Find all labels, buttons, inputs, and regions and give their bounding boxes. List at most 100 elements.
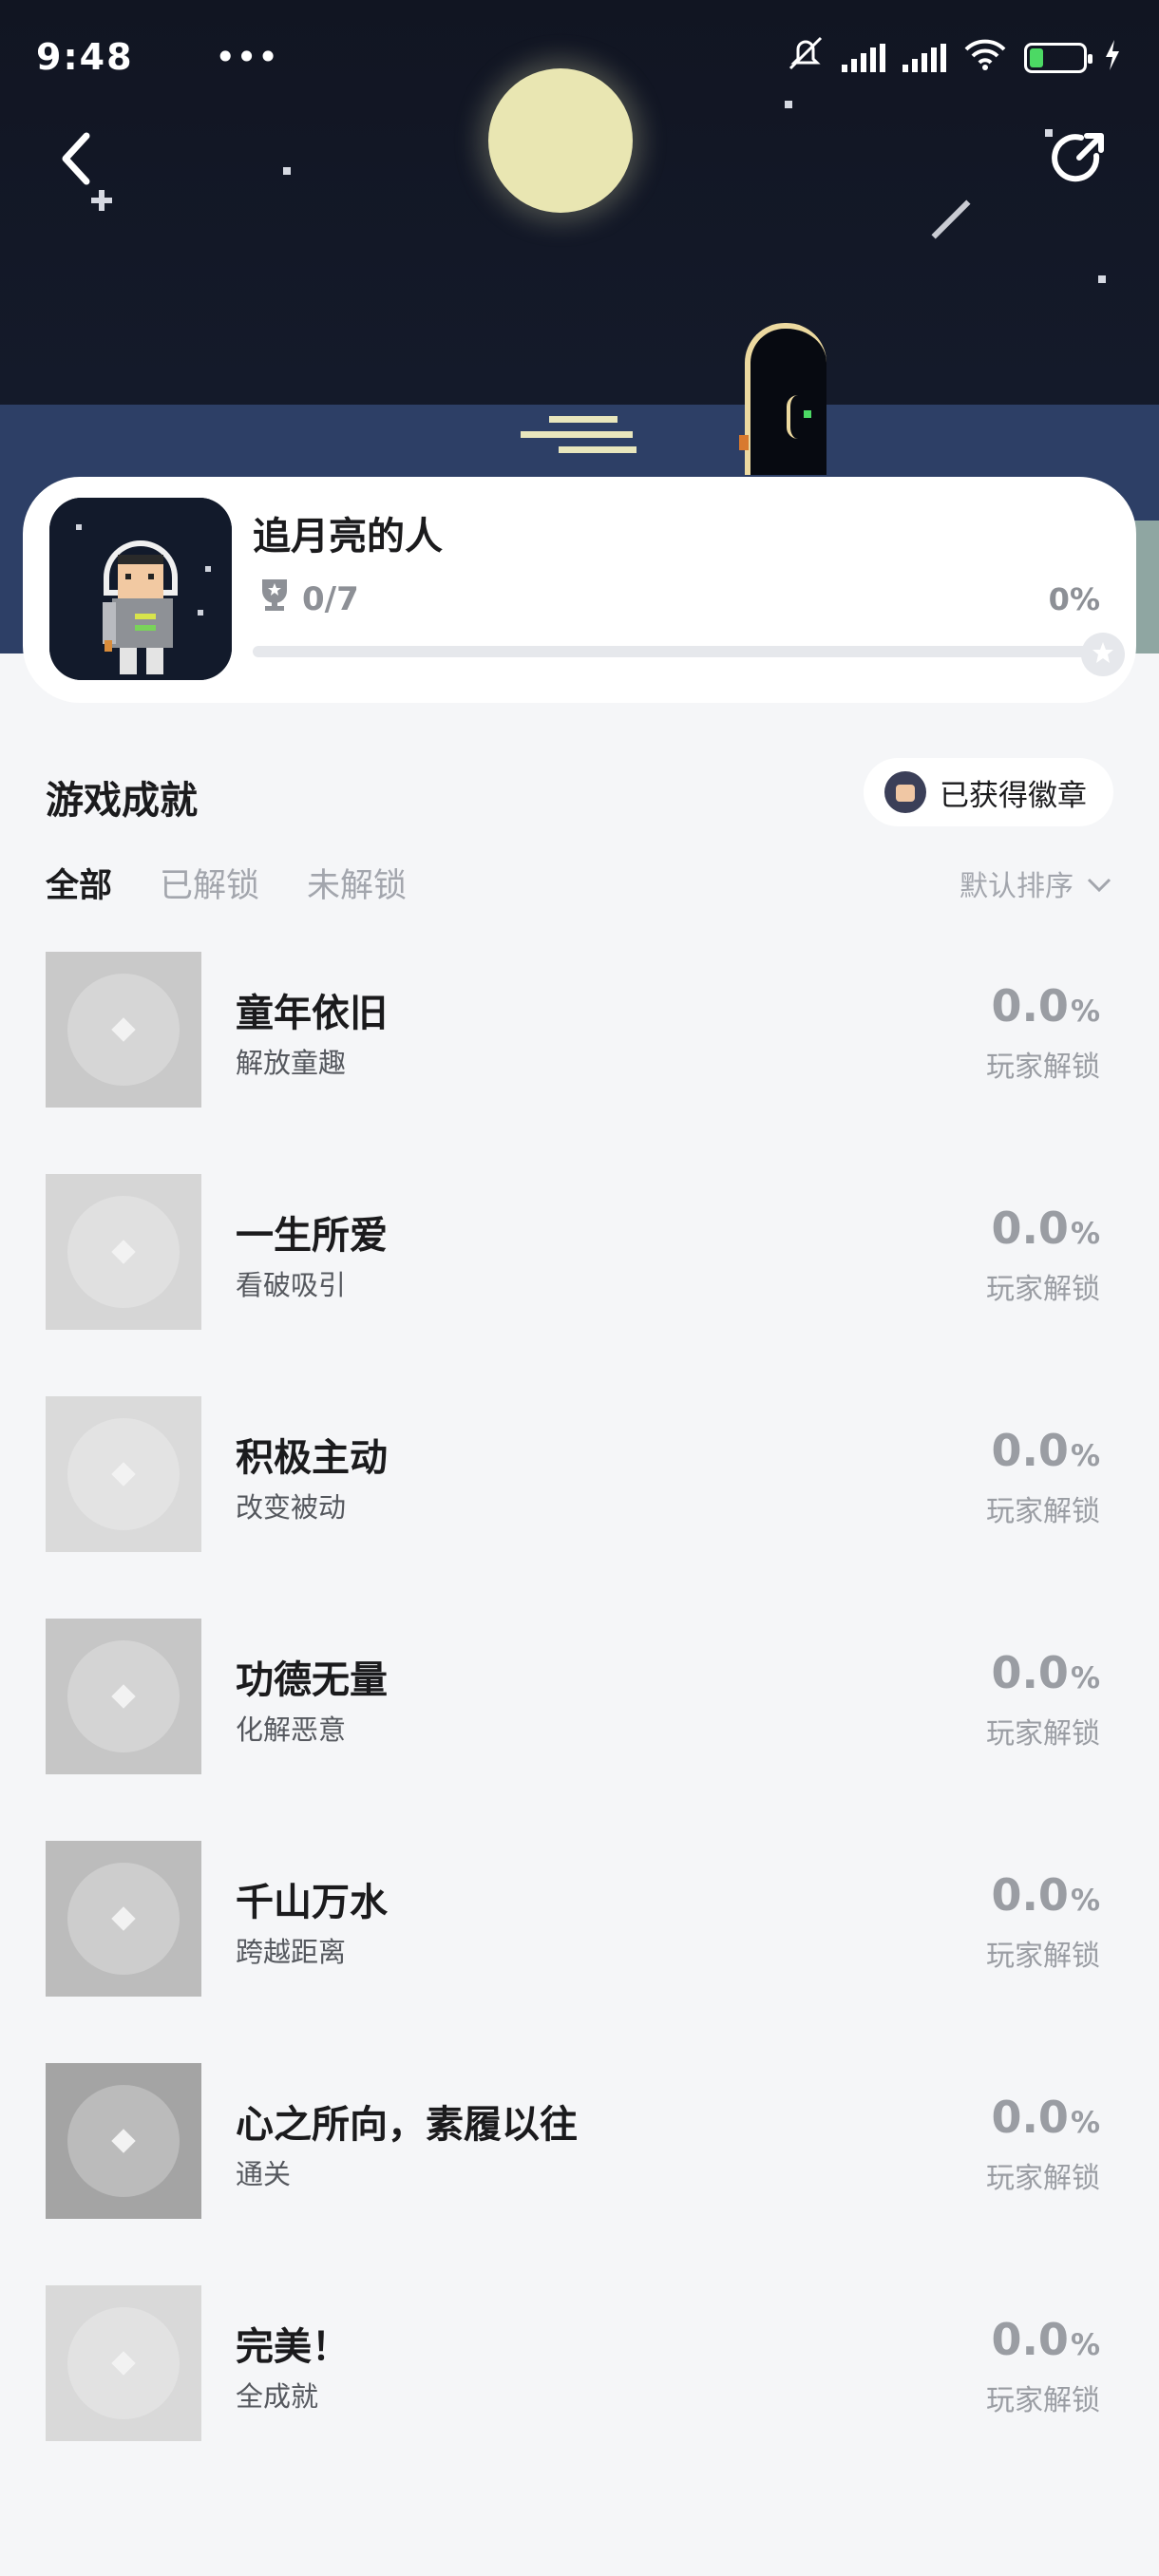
moon-badge-icon: [67, 1418, 180, 1530]
moon-reflection: [521, 431, 633, 438]
back-button[interactable]: [48, 127, 104, 194]
sparkle-icon: [111, 2129, 136, 2153]
wifi-icon: [963, 37, 1007, 79]
game-card: 追月亮的人 0/7 0%: [23, 477, 1136, 703]
achievement-title: 心之所向，素履以往: [236, 2103, 578, 2147]
unlock-rate: 0.0%: [991, 2314, 1100, 2365]
achievement-title: 千山万水: [236, 1881, 388, 1924]
unlock-rate-value: 0.0: [991, 2092, 1069, 2143]
achievement-title: 完美！: [236, 2325, 350, 2369]
unlock-rate: 0.0%: [991, 1425, 1100, 1476]
sparkle-icon: [111, 2351, 136, 2376]
sort-dropdown[interactable]: 默认排序: [960, 862, 1112, 904]
moon-badge-icon: [67, 2085, 180, 2197]
unlock-rate-unit: %: [1070, 2328, 1100, 2362]
unlock-rate-value: 0.0: [991, 980, 1069, 1032]
signal-icon: [902, 43, 946, 72]
battery-level: [1030, 47, 1043, 67]
moon-badge-icon: [67, 1863, 180, 1975]
status-bar: 9:48 •••: [0, 0, 1159, 112]
unlock-rate-unit: %: [1070, 994, 1100, 1029]
character-silhouette: [739, 323, 826, 475]
sparkle-icon: [111, 1684, 136, 1709]
list-item[interactable]: 心之所向，素履以往 通关 0.0% 玩家解锁: [0, 2063, 1159, 2285]
unlock-rate-value: 0.0: [991, 2314, 1069, 2365]
unlock-rate-caption: 玩家解锁: [986, 2162, 1100, 2195]
unlock-rate-unit: %: [1070, 1884, 1100, 1918]
tab-0[interactable]: 全部: [46, 859, 112, 907]
unlock-rate-caption: 玩家解锁: [986, 1717, 1100, 1751]
mute-bell-icon: [787, 36, 825, 79]
avatar: [884, 771, 926, 813]
achievement-description: 解放童趣: [236, 1047, 347, 1079]
charging-icon: [1104, 37, 1121, 79]
shooting-star: [931, 199, 971, 239]
tab-1[interactable]: 已解锁: [160, 859, 259, 907]
unlock-rate: 0.0%: [991, 1869, 1100, 1921]
tab-2[interactable]: 未解锁: [307, 859, 407, 907]
unlock-rate-value: 0.0: [991, 1869, 1069, 1921]
character-eye: [804, 410, 811, 418]
achievement-description: 全成就: [236, 2380, 319, 2413]
character-ear: [787, 395, 800, 439]
trophy-icon: [260, 578, 289, 620]
share-icon: [1047, 127, 1110, 194]
moon-badge-icon: [67, 1640, 180, 1752]
list-item[interactable]: 完美！ 全成就 0.0% 玩家解锁: [0, 2285, 1159, 2508]
progress-percent: 0%: [1048, 581, 1100, 617]
achievement-list: 童年依旧 解放童趣 0.0% 玩家解锁 一生所爱 看破吸引 0.0% 玩家解锁 积极主动 改变被动…: [0, 952, 1159, 2508]
moon-reflection: [549, 416, 618, 423]
moon-badge-icon: [67, 974, 180, 1086]
signal-icon: [842, 43, 885, 72]
moon-badge-icon: [67, 2307, 180, 2419]
game-icon[interactable]: [49, 498, 232, 680]
unlock-rate-value: 0.0: [991, 1203, 1069, 1254]
list-item[interactable]: 功德无量 化解恶意 0.0% 玩家解锁: [0, 1619, 1159, 1841]
star-decor: [1098, 275, 1106, 283]
list-item[interactable]: 积极主动 改变被动 0.0% 玩家解锁: [0, 1396, 1159, 1619]
unlock-rate-caption: 玩家解锁: [986, 1940, 1100, 1973]
achievement-icon: [46, 2063, 201, 2219]
achievement-description: 看破吸引: [236, 1269, 347, 1301]
unlock-rate-caption: 玩家解锁: [986, 1495, 1100, 1528]
unlock-rate: 0.0%: [991, 980, 1100, 1032]
share-button[interactable]: [1045, 127, 1112, 194]
earned-badges-label: 已获得徽章: [940, 778, 1087, 813]
achievement-page: 9:48 ••• 追月亮的人 0/7 0% 游戏成就 已获得徽章 全部 已解锁 …: [0, 0, 1159, 2576]
sparkle-icon: [111, 1462, 136, 1487]
sparkle-icon: [111, 1017, 136, 1042]
achievement-icon: [46, 952, 201, 1108]
achievement-title: 一生所爱: [236, 1214, 388, 1258]
list-item[interactable]: 千山万水跨越距离 0.0% 玩家解锁: [0, 1841, 1159, 2063]
sparkle-icon: [111, 1240, 136, 1264]
unlock-rate: 0.0%: [991, 1203, 1100, 1254]
achievement-description: 改变被动: [236, 1491, 347, 1524]
achievement-description: 化解恶意: [236, 1714, 347, 1746]
achievement-icon: [46, 1619, 201, 1774]
status-icons: [787, 36, 1121, 79]
sort-label: 默认排序: [960, 870, 1074, 903]
moon-reflection: [559, 446, 636, 453]
list-item[interactable]: 一生所爱看破吸引 0.0% 玩家解锁: [0, 1174, 1159, 1396]
unlock-rate-caption: 玩家解锁: [986, 1051, 1100, 1084]
progress-end-marker: [1081, 633, 1125, 676]
chevron-left-icon: [60, 132, 92, 189]
achievement-description: 跨越距离: [236, 1936, 347, 1968]
chevron-down-icon: [1087, 867, 1112, 900]
achievement-title: 功德无量: [236, 1658, 388, 1702]
status-time: 9:48: [36, 36, 134, 78]
progress-count: 0/7: [302, 579, 359, 618]
unlock-rate-caption: 玩家解锁: [986, 2384, 1100, 2417]
list-item[interactable]: 童年依旧 解放童趣 0.0% 玩家解锁: [0, 952, 1159, 1174]
star-decor: [283, 167, 291, 175]
section-title: 游戏成就: [46, 779, 198, 823]
achievement-icon: [46, 2285, 201, 2441]
filter-tabs: 全部 已解锁 未解锁: [46, 859, 407, 907]
unlock-rate-caption: 玩家解锁: [986, 1273, 1100, 1306]
moon-badge-icon: [67, 1196, 180, 1308]
trophy-badge-icon: [1091, 640, 1115, 669]
unlock-rate-unit: %: [1070, 1217, 1100, 1251]
progress-bar: [253, 646, 1094, 657]
earned-badges-button[interactable]: 已获得徽章: [864, 758, 1113, 826]
achievement-progress: 0/7: [260, 578, 359, 620]
